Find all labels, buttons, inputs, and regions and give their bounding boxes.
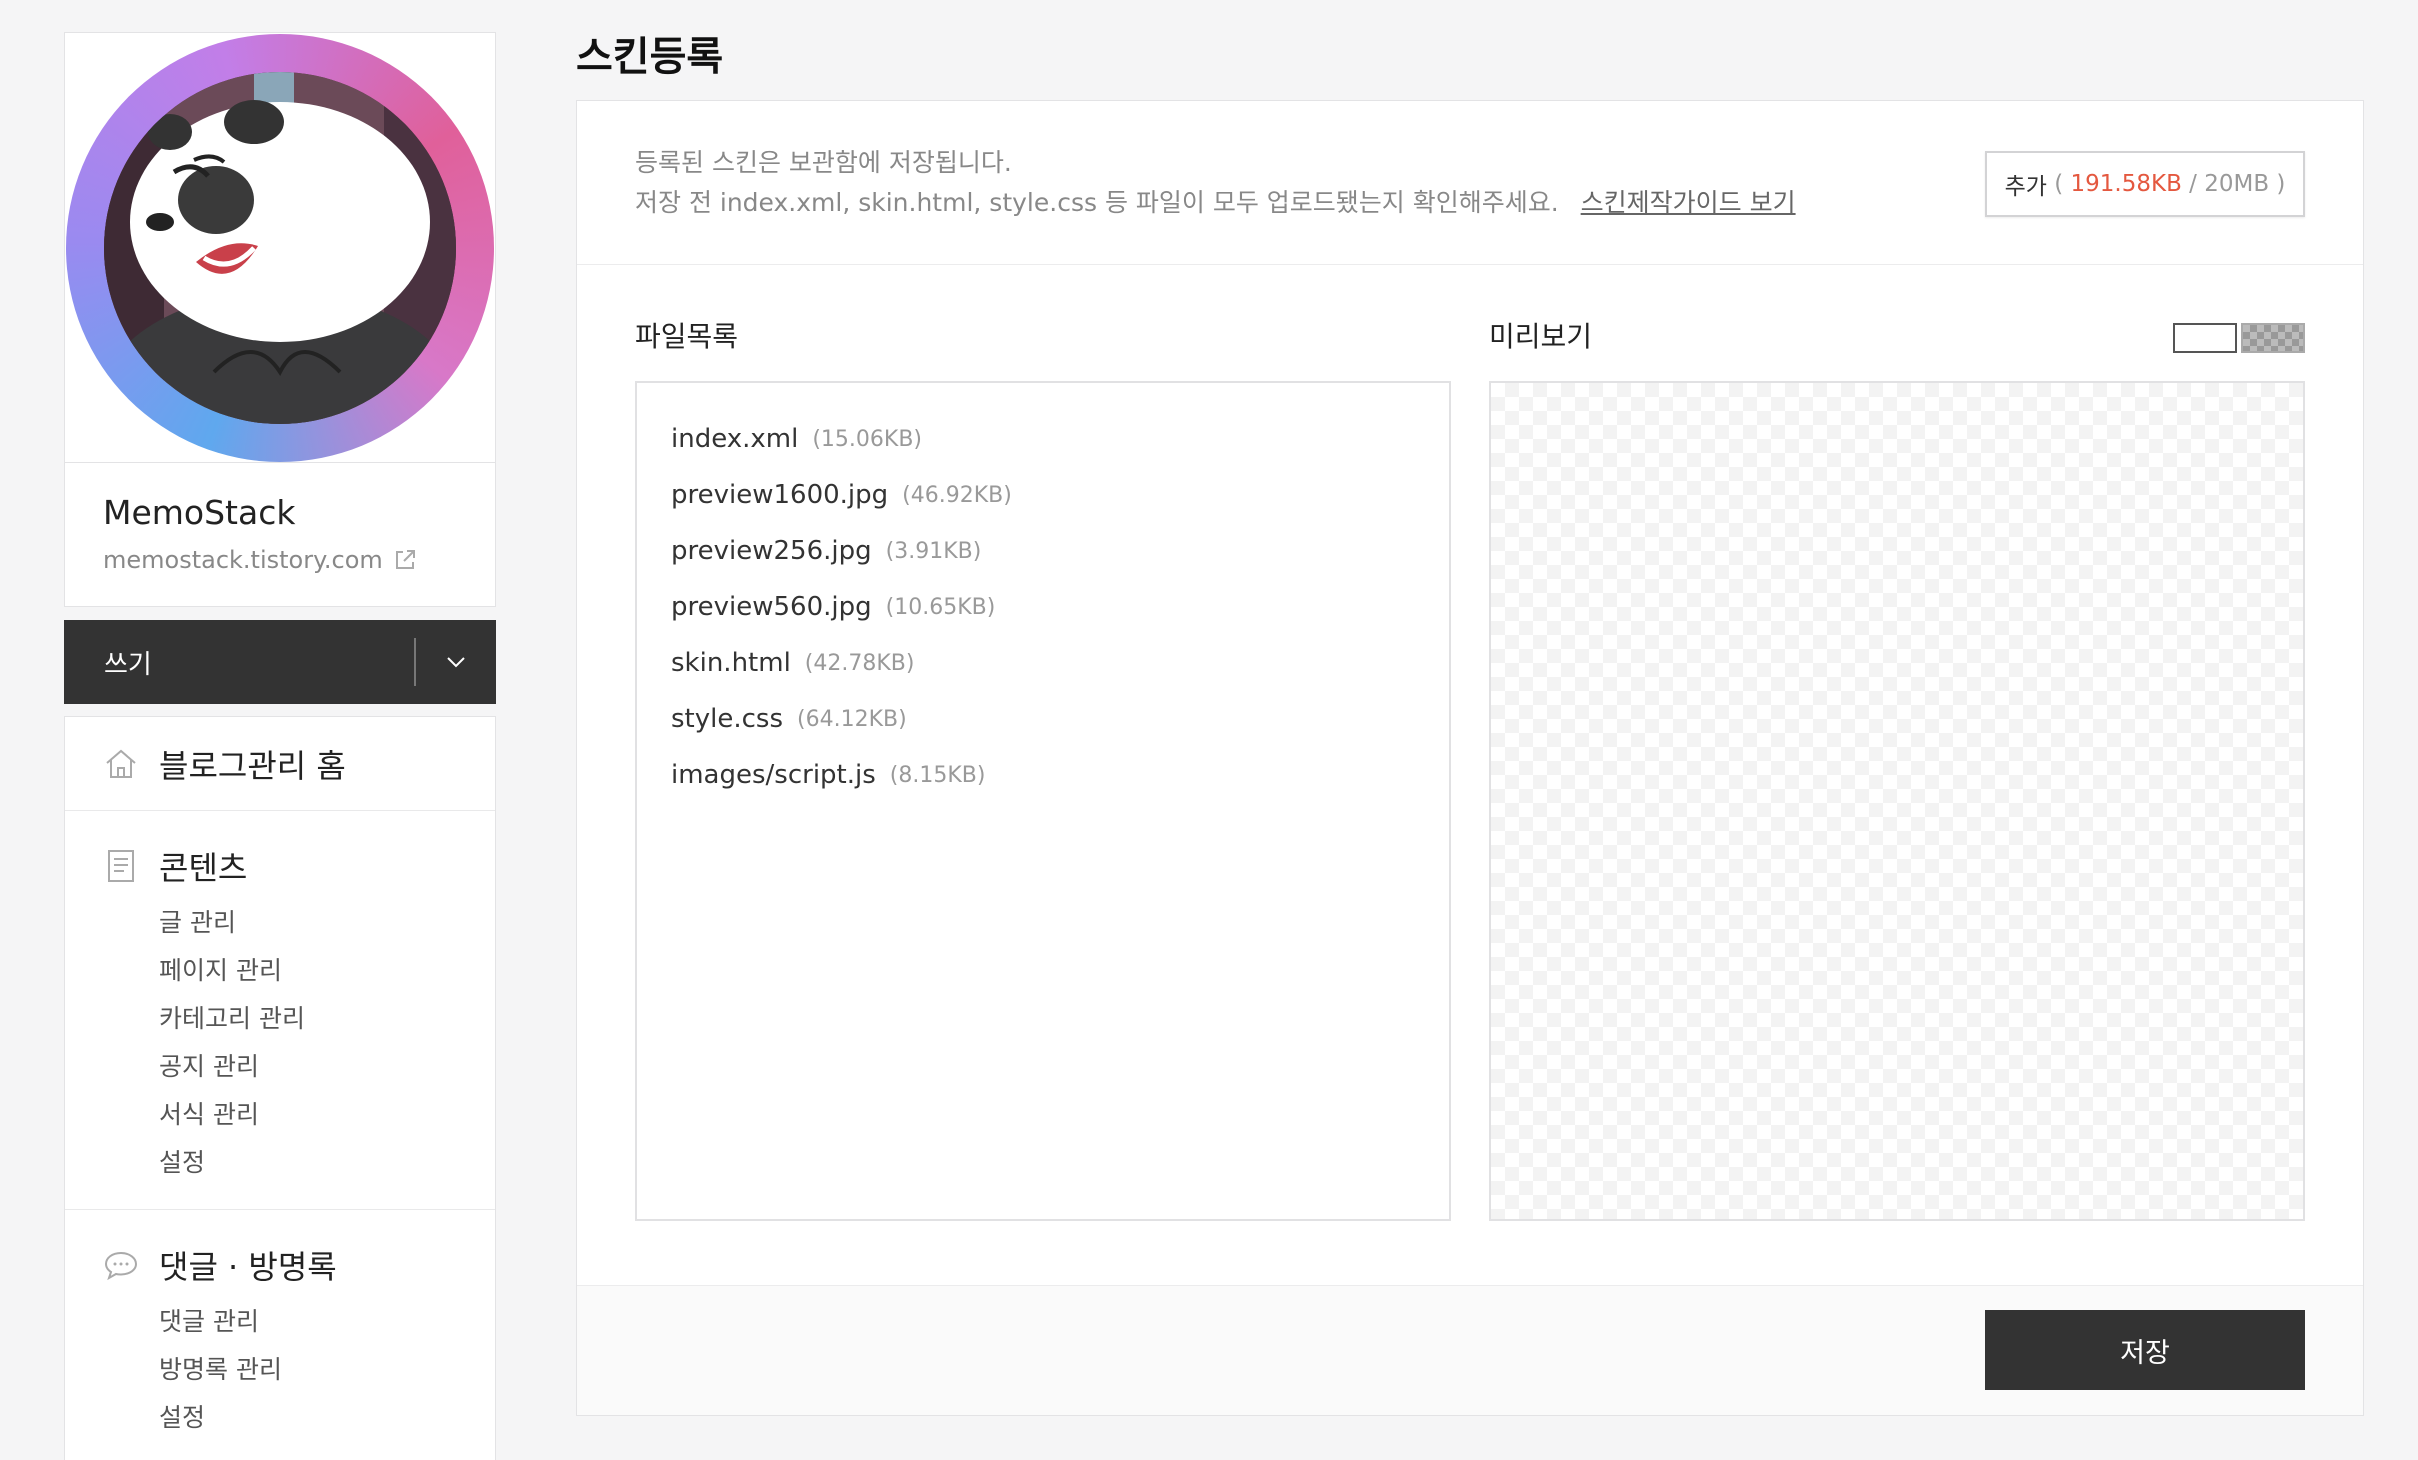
speech-bubble-icon (104, 1251, 138, 1281)
add-file-button[interactable]: 추가 ( 191.58KB / 20MB ) (1985, 151, 2305, 217)
file-name: preview1600.jpg (671, 480, 889, 510)
page-title: 스킨등록 (576, 34, 724, 80)
preview-title: 미리보기 (1489, 320, 1593, 353)
file-size: (46.92KB) (902, 482, 1012, 508)
sidebar-item-comments[interactable]: 댓글 · 방명록 (103, 1242, 495, 1288)
sidebar-item-contents-settings[interactable]: 설정 (159, 1139, 495, 1187)
sidebar-section-title: 댓글 · 방명록 (159, 1248, 337, 1286)
add-button-paren-open: ( (2054, 171, 2064, 197)
file-item[interactable]: preview1600.jpg (46.92KB) (671, 467, 1415, 523)
capacity-limit: / 20MB ) (2189, 171, 2286, 197)
notice-line-2-text: 저장 전 index.xml, skin.html, style.css 등 파… (635, 188, 1559, 217)
add-button-label: 추가 (2004, 174, 2047, 200)
file-name: preview560.jpg (671, 592, 872, 622)
sidebar-item-guestbook-manage[interactable]: 방명록 관리 (159, 1346, 495, 1394)
blog-name[interactable]: MemoStack (103, 493, 457, 532)
write-bar: 쓰기 (64, 620, 496, 704)
file-name: style.css (671, 704, 783, 734)
panda-avatar-image (104, 71, 456, 424)
preview-area (1489, 381, 2305, 1221)
chevron-down-icon (447, 657, 465, 668)
avatar (104, 71, 456, 424)
file-list: index.xml (15.06KB) preview1600.jpg (46.… (635, 381, 1451, 1221)
sidebar-item-post-manage[interactable]: 글 관리 (159, 899, 495, 947)
document-icon (108, 850, 134, 882)
write-button[interactable]: 쓰기 (64, 620, 414, 704)
footer-bar: 저장 (577, 1285, 2363, 1415)
sidebar-item-notice-manage[interactable]: 공지 관리 (159, 1043, 495, 1091)
file-name: images/script.js (671, 760, 876, 790)
skin-guide-link[interactable]: 스킨제작가이드 보기 (1581, 188, 1796, 217)
external-link-icon (395, 550, 415, 569)
file-size: (8.15KB) (889, 762, 986, 788)
home-icon (106, 749, 136, 778)
skin-register-panel: 등록된 스킨은 보관함에 저장됩니다. 저장 전 index.xml, skin… (576, 100, 2364, 1416)
preview-bg-white-button[interactable] (2173, 323, 2237, 353)
sidebar-item-template-manage[interactable]: 서식 관리 (159, 1091, 495, 1139)
file-size: (3.91KB) (885, 538, 982, 564)
blog-info: MemoStack memostack.tistory.com (65, 463, 495, 604)
sidebar-section-title: 콘텐츠 (159, 849, 248, 887)
file-item[interactable]: index.xml (15.06KB) (671, 411, 1415, 467)
file-size: (15.06KB) (812, 426, 923, 452)
avatar-ring[interactable] (66, 33, 494, 462)
save-button[interactable]: 저장 (1985, 1310, 2305, 1390)
contents-submenu: 글 관리 페이지 관리 카테고리 관리 공지 관리 서식 관리 설정 (103, 899, 495, 1187)
sidebar-menu: 블로그관리 홈 콘텐츠 글 관리 페이지 관리 카테고리 관리 공지 관리 서식… (64, 716, 496, 1460)
comments-submenu: 댓글 관리 방명록 관리 설정 (103, 1298, 495, 1442)
sidebar-section-contents: 콘텐츠 글 관리 페이지 관리 카테고리 관리 공지 관리 서식 관리 설정 (65, 811, 495, 1210)
used-capacity: 191.58KB (2070, 171, 2182, 197)
preview-background-toggle (2173, 323, 2305, 353)
file-size: (64.12KB) (797, 706, 907, 732)
file-name: preview256.jpg (671, 536, 872, 566)
sidebar-item-comment-manage[interactable]: 댓글 관리 (159, 1298, 495, 1346)
write-dropdown-button[interactable] (416, 620, 496, 704)
sidebar-section-comments: 댓글 · 방명록 댓글 관리 방명록 관리 설정 (65, 1210, 495, 1460)
file-item[interactable]: images/script.js (8.15KB) (671, 747, 1415, 803)
file-name: skin.html (671, 648, 791, 678)
blog-url-text: memostack.tistory.com (103, 546, 383, 574)
sidebar-item-label: 블로그관리 홈 (159, 746, 346, 785)
file-item[interactable]: style.css (64.12KB) (671, 691, 1415, 747)
sidebar-item-comments-settings[interactable]: 설정 (159, 1394, 495, 1442)
file-list-title: 파일목록 (635, 320, 739, 353)
avatar-wrapper (65, 33, 495, 463)
sidebar-item-contents[interactable]: 콘텐츠 (103, 843, 495, 889)
file-size: (10.65KB) (885, 594, 996, 620)
file-name: index.xml (671, 424, 799, 454)
panels: 파일목록 미리보기 index.xml (15.06KB) preview160… (577, 265, 2363, 1265)
profile-card: MemoStack memostack.tistory.com (64, 32, 496, 607)
preview-bg-transparent-button[interactable] (2241, 323, 2305, 353)
sidebar-item-blog-home[interactable]: 블로그관리 홈 (65, 717, 495, 811)
notice-area: 등록된 스킨은 보관함에 저장됩니다. 저장 전 index.xml, skin… (577, 101, 2363, 265)
file-size: (42.78KB) (804, 650, 915, 676)
file-item[interactable]: preview560.jpg (10.65KB) (671, 579, 1415, 635)
file-item[interactable]: skin.html (42.78KB) (671, 635, 1415, 691)
sidebar-item-page-manage[interactable]: 페이지 관리 (159, 947, 495, 995)
blog-url-link[interactable]: memostack.tistory.com (103, 546, 457, 574)
file-item[interactable]: preview256.jpg (3.91KB) (671, 523, 1415, 579)
sidebar-item-category-manage[interactable]: 카테고리 관리 (159, 995, 495, 1043)
